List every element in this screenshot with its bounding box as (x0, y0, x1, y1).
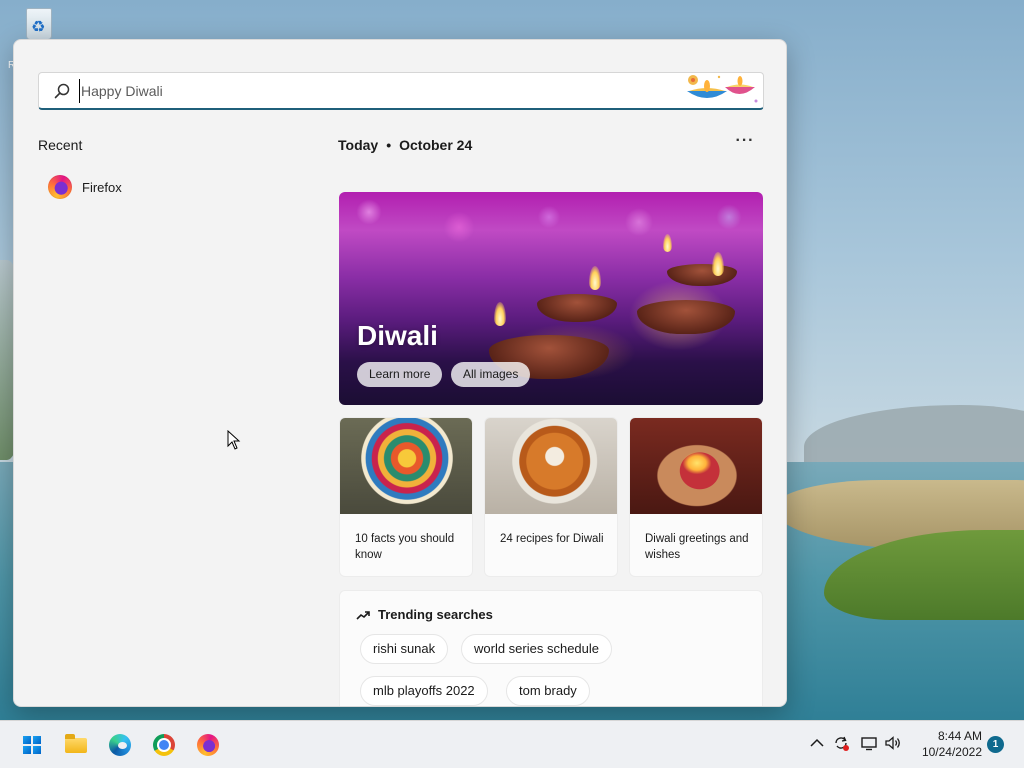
today-date: October 24 (399, 137, 473, 153)
firefox-taskbar-button[interactable] (192, 729, 224, 761)
trending-title: Trending searches (378, 607, 493, 622)
clock-date: 10/24/2022 (921, 745, 982, 759)
search-panel: Recent Firefox Today • October 24 ··· Di… (13, 39, 787, 707)
diya-hands-image (630, 418, 762, 514)
chevron-up-icon[interactable] (808, 734, 826, 752)
search-icon (54, 83, 70, 99)
search-box[interactable] (38, 72, 764, 110)
diya-lamp (637, 300, 735, 334)
rangoli-image (340, 418, 472, 514)
windows-logo-icon (23, 736, 41, 754)
card-caption: 24 recipes for Diwali (500, 533, 604, 545)
volume-icon[interactable] (884, 734, 902, 752)
mouse-cursor-icon (227, 430, 241, 450)
edge-icon (109, 734, 131, 756)
diwali-lamps-icon (687, 75, 758, 103)
notification-badge[interactable]: 1 (987, 736, 1004, 753)
today-label: Today (338, 137, 379, 153)
card-recipes[interactable]: 24 recipes for Diwali (484, 417, 618, 577)
all-images-button[interactable]: All images (451, 362, 531, 387)
clock-time: 8:44 AM (937, 729, 982, 743)
diwali-hero-card[interactable]: Diwali Learn more All images (339, 192, 763, 405)
hero-background (339, 192, 763, 272)
search-input[interactable] (79, 79, 639, 103)
flame (494, 302, 506, 326)
trending-arrow-icon (356, 610, 370, 620)
chrome-icon (153, 734, 175, 756)
diya-lamp (537, 294, 617, 322)
card-facts[interactable]: 10 facts you should know (339, 417, 473, 577)
sync-icon[interactable] (832, 734, 850, 752)
trending-chip[interactable]: rishi sunak (360, 634, 449, 664)
file-explorer-button[interactable] (60, 729, 92, 761)
card-caption: Diwali greetings and wishes (645, 533, 749, 561)
today-heading: Today • October 24 (338, 137, 472, 153)
edge-button[interactable] (104, 729, 136, 761)
trending-searches: Trending searches rishi sunak world seri… (339, 590, 763, 706)
more-options-button[interactable]: ··· (730, 130, 760, 156)
hero-title: Diwali (357, 320, 438, 351)
diya-lamp (667, 264, 737, 286)
firefox-icon (48, 175, 72, 199)
chrome-button[interactable] (148, 729, 180, 761)
recent-item-firefox[interactable]: Firefox (44, 172, 244, 202)
recent-item-label: Firefox (82, 179, 122, 195)
recent-heading: Recent (38, 137, 83, 153)
card-greetings[interactable]: Diwali greetings and wishes (629, 417, 763, 577)
trending-chip[interactable]: world series schedule (461, 634, 613, 664)
firefox-icon (197, 734, 219, 756)
trending-chip[interactable]: tom brady (506, 676, 590, 706)
trending-heading: Trending searches (356, 607, 493, 622)
folder-icon (65, 734, 87, 753)
card-caption: 10 facts you should know (355, 533, 455, 561)
curry-image (485, 418, 617, 514)
separator-dot: • (386, 137, 392, 153)
start-button[interactable] (16, 729, 48, 761)
flame (663, 234, 672, 252)
trending-chip[interactable]: mlb playoffs 2022 (360, 676, 488, 706)
learn-more-button[interactable]: Learn more (357, 362, 443, 387)
system-clock[interactable]: 8:44 AM 10/24/2022 (910, 728, 982, 760)
display-icon[interactable] (860, 734, 878, 752)
